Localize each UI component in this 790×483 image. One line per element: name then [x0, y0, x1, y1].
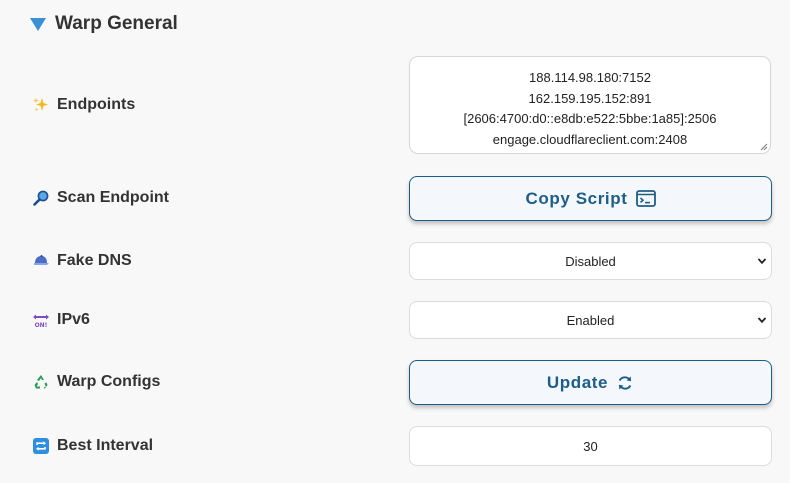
cap-icon: [32, 252, 50, 270]
scan-endpoint-label-text: Scan Endpoint: [57, 189, 169, 206]
scan-endpoint-label: Scan Endpoint: [32, 189, 169, 207]
ipv6-label: ON! IPv6: [32, 311, 90, 329]
endpoint-line: 162.159.195.152:891: [528, 90, 652, 106]
section-title: Warp General: [55, 13, 178, 34]
fake-dns-select[interactable]: Disabled: [409, 242, 772, 280]
chevron-down-icon: [757, 258, 767, 265]
copy-script-button[interactable]: Copy Script: [409, 176, 772, 221]
ipv6-selected-value: Enabled: [566, 312, 615, 328]
on-arrow-icon: ON!: [32, 311, 50, 329]
copy-script-label: Copy Script: [525, 188, 628, 208]
fake-dns-label: Fake DNS: [32, 252, 132, 270]
refresh-icon: [616, 374, 634, 392]
chevron-down-icon: [757, 317, 767, 324]
magnifier-icon: [32, 189, 50, 207]
best-interval-input[interactable]: 30: [409, 426, 772, 466]
repeat-icon: [32, 437, 50, 455]
ipv6-select[interactable]: Enabled: [409, 301, 772, 339]
recycle-icon: [32, 373, 50, 391]
collapse-triangle-icon[interactable]: [30, 18, 46, 31]
best-interval-value: 30: [583, 438, 598, 454]
update-label: Update: [546, 372, 609, 392]
warp-configs-label: Warp Configs: [32, 373, 160, 391]
warp-general-panel: Warp General Endpoints 188.114.98.180:71…: [0, 0, 790, 483]
section-header[interactable]: Warp General: [30, 13, 178, 35]
endpoints-label: Endpoints: [32, 96, 135, 114]
endpoints-textarea[interactable]: 188.114.98.180:7152 162.159.195.152:891 …: [409, 56, 771, 154]
endpoint-line: engage.cloudflareclient.com:2408: [492, 131, 688, 147]
endpoint-line: [2606:4700:d0::e8db:e522:5bbe:1a85]:2506: [463, 111, 717, 126]
sparkles-icon: [32, 96, 50, 114]
endpoint-line: 188.114.98.180:7152: [529, 70, 651, 85]
warp-configs-label-text: Warp Configs: [57, 373, 161, 390]
fake-dns-label-text: Fake DNS: [57, 252, 132, 269]
update-button[interactable]: Update: [409, 360, 772, 405]
fake-dns-selected-value: Disabled: [565, 253, 616, 269]
terminal-icon: [635, 190, 656, 207]
best-interval-label-text: Best Interval: [57, 437, 154, 454]
endpoints-label-text: Endpoints: [57, 96, 136, 113]
best-interval-label: Best Interval: [32, 437, 153, 455]
svg-text:ON!: ON!: [35, 322, 48, 329]
ipv6-label-text: IPv6: [57, 311, 90, 328]
resize-grip-icon[interactable]: [760, 143, 768, 151]
